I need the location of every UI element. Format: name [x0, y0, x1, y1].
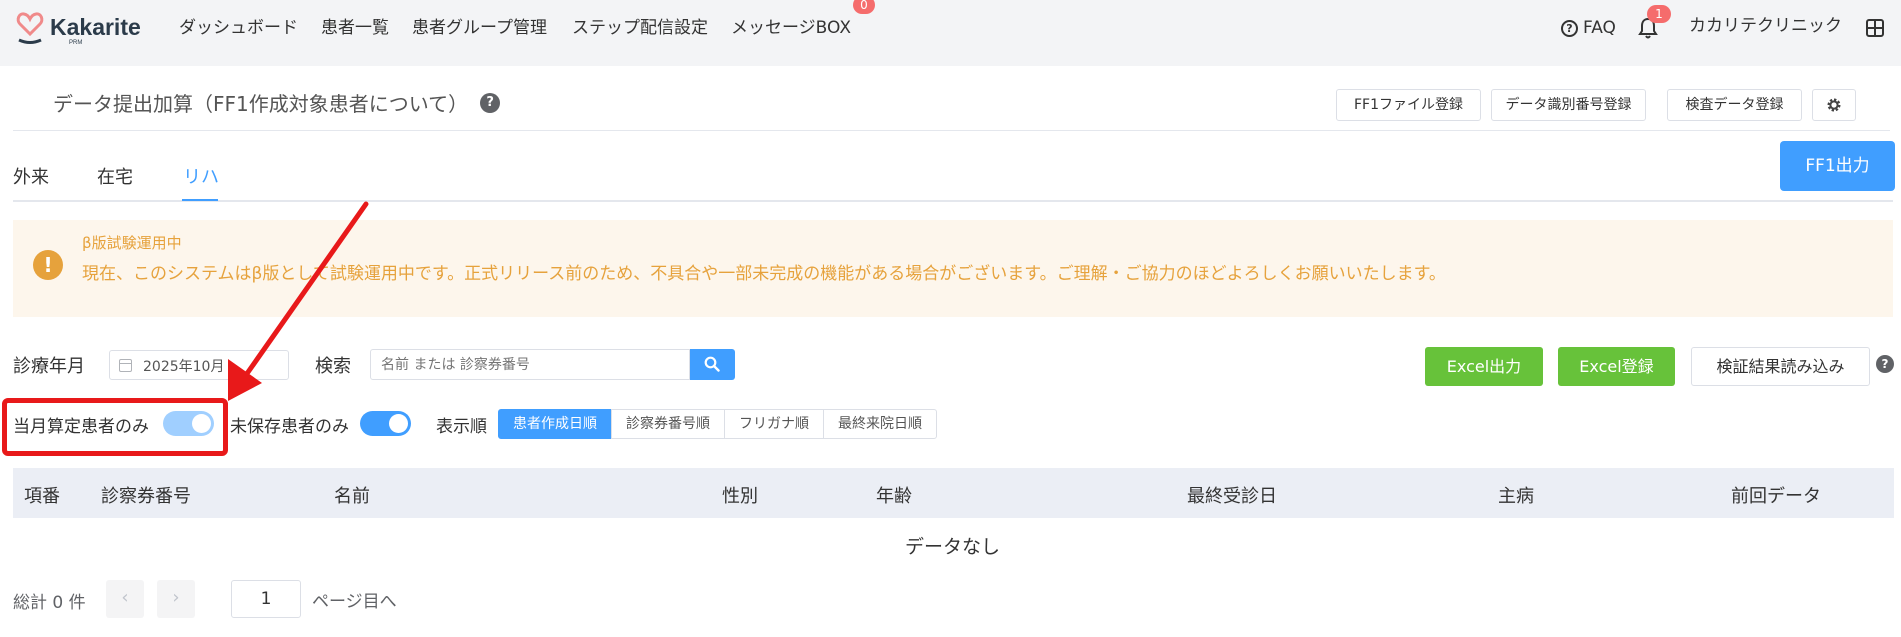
column-header[interactable]: 年齢	[876, 482, 912, 508]
heart-logo-icon	[16, 12, 44, 44]
apps-grid-icon[interactable]	[1866, 19, 1884, 37]
warning-icon: !	[33, 250, 63, 280]
faq-link[interactable]: ? FAQ	[1561, 16, 1616, 40]
nav-message-box-label: メッセージBOX	[731, 18, 851, 38]
tab-rehab[interactable]: リハ	[183, 164, 219, 192]
beta-alert: ! β版試験運用中 現在、このシステムはβ版として試験運用中です。正式リリース前…	[13, 220, 1893, 317]
top-navbar: Kakarite PRM ダッシュボード 患者一覧 患者グループ管理 ステップ配…	[0, 0, 1901, 66]
alert-description: 現在、このシステムはβ版として試験運用中です。正式リリース前のため、不具合や一部…	[82, 264, 1446, 284]
column-header[interactable]: 最終受診日	[1187, 482, 1277, 508]
tab-home-care[interactable]: 在宅	[97, 164, 133, 192]
logo-subtext: PRM	[69, 40, 83, 46]
sort-last-visit[interactable]: 最終来院日順	[823, 409, 937, 439]
column-header[interactable]: 名前	[334, 482, 370, 508]
nav-step-delivery[interactable]: ステップ配信設定	[572, 16, 708, 40]
excel-import-button[interactable]: Excel登録	[1558, 347, 1675, 386]
logo[interactable]: Kakarite PRM	[16, 12, 156, 52]
verify-result-import-button[interactable]: 検証結果読み込み	[1691, 347, 1870, 386]
nav-patient-groups[interactable]: 患者グループ管理	[412, 16, 547, 40]
tabs-divider	[13, 200, 1893, 202]
sort-label: 表示順	[436, 417, 487, 437]
column-header[interactable]: 診察券番号	[101, 482, 191, 508]
search-input[interactable]	[370, 349, 690, 380]
unsaved-only-label: 未保存患者のみ	[230, 417, 349, 437]
search-label: 検索	[315, 356, 351, 377]
next-page-button[interactable]: ›	[157, 580, 195, 618]
prev-page-button[interactable]: ‹	[106, 580, 144, 618]
month-label: 診療年月	[13, 356, 85, 377]
settings-button[interactable]	[1812, 89, 1856, 121]
help-icon[interactable]: ?	[480, 92, 501, 113]
nav-patient-list[interactable]: 患者一覧	[321, 16, 389, 40]
toggle-knob	[389, 414, 408, 433]
excel-export-button[interactable]: Excel出力	[1425, 347, 1543, 386]
notification-badge: 1	[1647, 5, 1671, 23]
clinic-name[interactable]: カカリテクリニック	[1689, 14, 1842, 38]
column-header[interactable]: 主病	[1498, 482, 1534, 508]
sort-furigana[interactable]: フリガナ順	[724, 409, 824, 439]
tab-outpatient[interactable]: 外来	[13, 164, 49, 192]
column-header[interactable]: 項番	[24, 482, 60, 508]
empty-table-message: データなし	[905, 536, 1001, 558]
active-tab-indicator	[182, 199, 218, 201]
gear-icon	[1827, 98, 1841, 112]
page-number-input[interactable]: 1	[231, 580, 301, 618]
sort-created-date[interactable]: 患者作成日順	[498, 409, 612, 439]
goto-page-suffix: ページ目へ	[312, 592, 397, 612]
sort-card-number[interactable]: 診察券番号順	[611, 409, 725, 439]
message-count-badge: 0	[853, 0, 875, 14]
search-button[interactable]	[690, 349, 735, 380]
nav-message-box[interactable]: メッセージBOX	[731, 16, 851, 40]
header-divider	[13, 130, 1890, 131]
exam-data-register-button[interactable]: 検査データ登録	[1667, 89, 1802, 121]
alert-title: β版試験運用中	[82, 234, 182, 252]
page-header: データ提出加算（FF1作成対象患者について） ?	[53, 88, 501, 117]
calendar-icon	[119, 359, 132, 372]
annotation-highlight-box	[2, 398, 228, 456]
page-title: データ提出加算（FF1作成対象患者について）	[53, 92, 469, 116]
unsaved-only-toggle[interactable]	[360, 411, 411, 436]
logo-text: Kakarite	[50, 14, 141, 40]
ff1-output-button[interactable]: FF1出力	[1780, 141, 1895, 191]
help-circle-icon: ?	[1561, 19, 1578, 37]
column-header[interactable]: 前回データ	[1731, 482, 1821, 508]
month-value: 2025年10月	[143, 359, 225, 375]
sort-order-group: 患者作成日順 診察券番号順 フリガナ順 最終来院日順	[498, 409, 937, 439]
data-id-register-button[interactable]: データ識別番号登録	[1491, 89, 1646, 121]
table-header: 項番 診察券番号 名前 性別 年齢 最終受診日 主病 前回データ	[13, 468, 1894, 518]
column-header[interactable]: 性別	[722, 482, 758, 508]
help-icon[interactable]: ?	[1876, 355, 1894, 373]
total-count: 総計 0 件	[13, 593, 86, 613]
ff1-file-register-button[interactable]: FF1ファイル登録	[1336, 89, 1481, 121]
nav-dashboard[interactable]: ダッシュボード	[179, 16, 298, 40]
faq-label: FAQ	[1583, 18, 1616, 38]
search-icon	[704, 356, 720, 372]
month-picker[interactable]: 2025年10月	[109, 350, 289, 380]
